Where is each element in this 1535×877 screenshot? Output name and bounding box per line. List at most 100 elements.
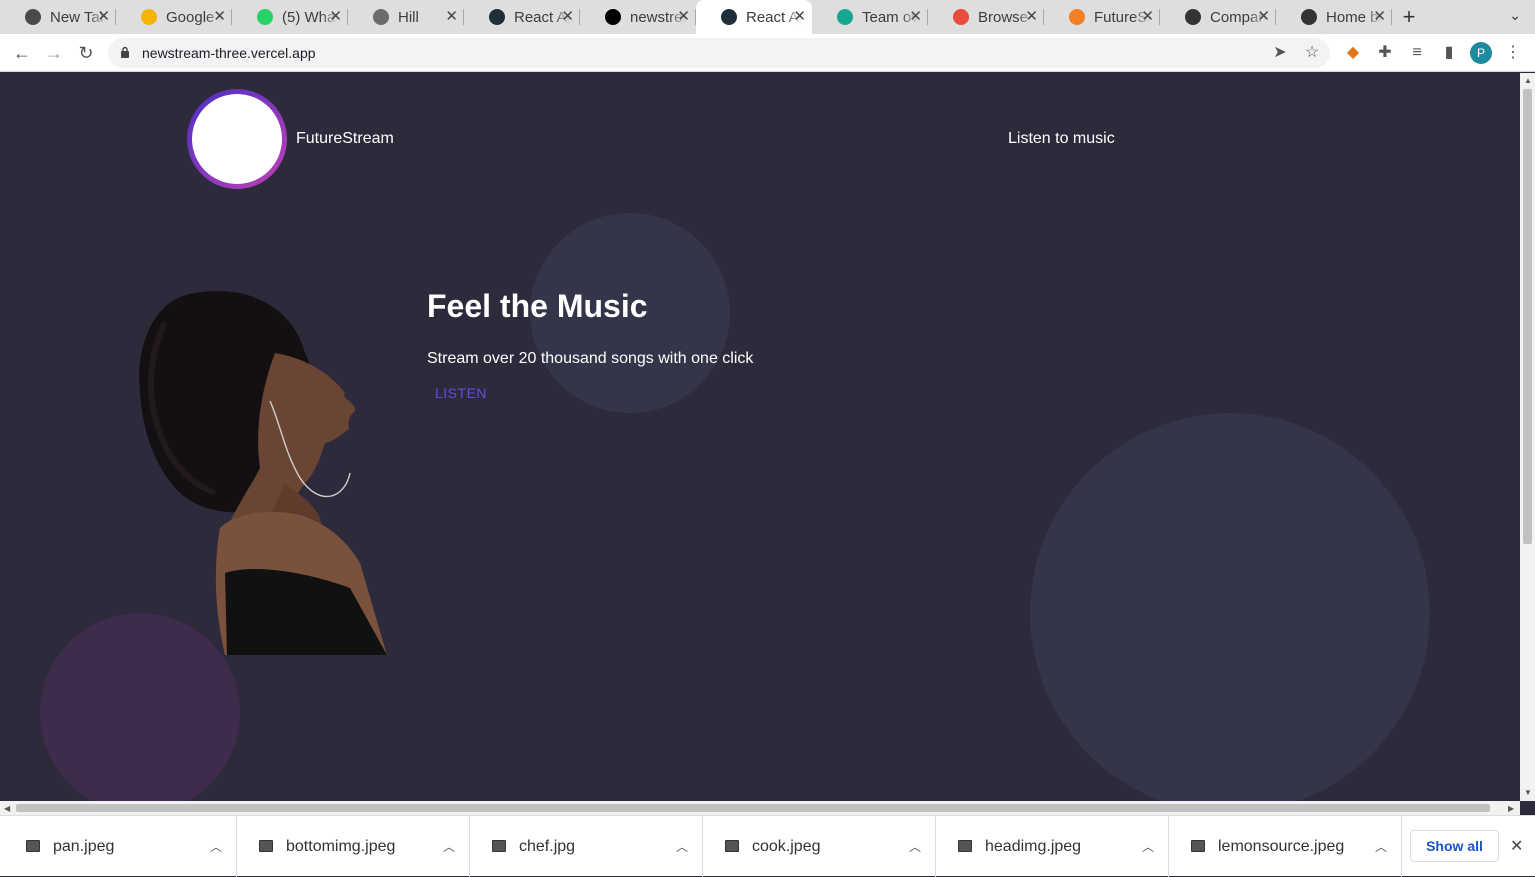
browser-tab[interactable]: React App✕ [696,0,812,34]
image-file-icon [259,840,273,852]
github-icon [1185,9,1201,25]
browser-tab[interactable]: newstream✕ [580,0,696,34]
download-filename: bottomimg.jpeg [286,838,396,855]
scroll-left-icon[interactable]: ◀ [4,804,10,813]
send-icon[interactable]: ➤ [1271,44,1289,62]
tab-close-icon[interactable]: ✕ [213,8,226,25]
chevron-up-icon[interactable]: ︿ [676,838,688,855]
chevron-up-icon[interactable]: ︿ [1142,838,1154,855]
chrome-icon [25,9,41,25]
stack-icon [1069,9,1085,25]
chevron-up-icon[interactable]: ︿ [909,838,921,855]
github-icon [1301,9,1317,25]
tab-close-icon[interactable]: ✕ [793,8,806,25]
extensions-icon[interactable]: ✚ [1374,42,1396,64]
download-item[interactable]: lemonsource.jpeg ︿ [1169,816,1402,877]
tab-close-icon[interactable]: ✕ [1257,8,1270,25]
tab-close-icon[interactable]: ✕ [561,8,574,25]
image-file-icon [492,840,506,852]
image-file-icon [26,840,40,852]
brand-name[interactable]: FutureStream [296,130,394,148]
scrollbar-thumb[interactable] [16,804,1490,812]
vercel-icon [605,9,621,25]
tab-close-icon[interactable]: ✕ [97,8,110,25]
download-filename: pan.jpeg [53,838,115,855]
new-tab-button[interactable]: + [1392,0,1426,34]
browse-icon [953,9,969,25]
metamask-icon[interactable]: ◆ [1342,42,1364,64]
tab-search-icon[interactable]: ⌄ [1509,7,1521,24]
bookmark-star-icon[interactable]: ☆ [1303,44,1321,62]
image-file-icon [958,840,972,852]
browser-tab[interactable]: Google Keep✕ [116,0,232,34]
browser-tab[interactable]: Compare ✕ [1160,0,1276,34]
listen-to-music-link[interactable]: Listen to music [1008,130,1115,148]
tab-close-icon[interactable]: ✕ [445,8,458,25]
close-icon[interactable]: ✕ [1510,836,1523,856]
side-panel-icon[interactable]: ▮ [1438,42,1460,64]
download-filename: cook.jpeg [752,838,821,855]
show-all-button[interactable]: Show all [1410,830,1499,862]
download-item[interactable]: chef.jpg ︿ [470,816,703,877]
download-item[interactable]: pan.jpeg ︿ [4,816,237,877]
tab-close-icon[interactable]: ✕ [1025,8,1038,25]
diamond-icon [837,9,853,25]
scroll-up-icon[interactable]: ▲ [1524,76,1532,85]
download-filename: lemonsource.jpeg [1218,838,1345,855]
tab-close-icon[interactable]: ✕ [1141,8,1154,25]
tab-strip: New Tab✕Google Keep✕(5) WhatsApp✕Hill✕Re… [0,0,1535,34]
react-icon [721,9,737,25]
chevron-up-icon[interactable]: ︿ [443,838,455,855]
downloads-bar: pan.jpeg ︿ bottomimg.jpeg ︿ chef.jpg ︿ cook.jp… [0,815,1535,877]
download-filename: chef.jpg [519,838,576,855]
tab-close-icon[interactable]: ✕ [329,8,342,25]
download-filename: headimg.jpeg [985,838,1082,855]
reload-icon[interactable]: ↻ [75,42,97,64]
image-file-icon [725,840,739,852]
listen-button[interactable]: LISTEN [427,383,495,403]
menu-dots-icon[interactable]: ⋮ [1502,42,1524,64]
hero-subtitle: Stream over 20 thousand songs with one c… [427,350,754,367]
brand-logo[interactable] [187,89,287,189]
profile-avatar[interactable]: P [1470,42,1492,64]
keep-icon [141,9,157,25]
browser-tab[interactable]: React App✕ [464,0,580,34]
image-file-icon [1191,840,1205,852]
forward-icon[interactable]: → [43,42,65,64]
vertical-scrollbar[interactable]: ▲ ▼ [1520,73,1535,801]
react-icon [489,9,505,25]
download-item[interactable]: headimg.jpeg ︿ [936,816,1169,877]
chevron-up-icon[interactable]: ︿ [210,838,222,855]
whatsapp-icon [257,9,273,25]
browser-tab[interactable]: New Tab ✕ [0,0,116,34]
download-item[interactable]: cook.jpeg ︿ [703,816,936,877]
horizontal-scrollbar[interactable]: ◀ ▶ [0,801,1520,815]
media-controls-icon[interactable]: ≡ [1406,42,1428,64]
download-item[interactable]: bottomimg.jpeg ︿ [237,816,470,877]
soundwave-icon [203,118,271,162]
url-text: newstream-three.vercel.app [142,45,316,61]
page-viewport: FutureStream Listen to music Feel the Mu… [0,73,1520,801]
decor-circle [1030,413,1430,801]
cube-icon [373,9,389,25]
chevron-up-icon[interactable]: ︿ [1375,838,1387,855]
lock-icon [121,46,129,58]
hero-image [135,283,390,655]
browser-tab[interactable]: Home base✕ [1276,0,1392,34]
tab-close-icon[interactable]: ✕ [909,8,922,25]
browser-tab[interactable]: Browse ✕ [928,0,1044,34]
hero-title: Feel the Music [427,288,648,324]
scroll-down-icon[interactable]: ▼ [1524,788,1532,797]
scrollbar-thumb[interactable] [1523,89,1532,544]
address-bar[interactable]: newstream-three.vercel.app ➤ ☆ [108,38,1330,68]
browser-tab[interactable]: Hill ✕ [348,0,464,34]
browser-tab[interactable]: Team overview✕ [812,0,928,34]
browser-tab[interactable]: (5) WhatsApp✕ [232,0,348,34]
scroll-right-icon[interactable]: ▶ [1508,804,1514,813]
tab-separator [1391,9,1392,25]
tab-close-icon[interactable]: ✕ [1373,8,1386,25]
back-icon[interactable]: ← [11,42,33,64]
browser-tab[interactable]: FutureStream✕ [1044,0,1160,34]
browser-toolbar: ← → ↻ newstream-three.vercel.app ➤ ☆ ◆ ✚… [0,34,1535,72]
tab-close-icon[interactable]: ✕ [677,8,690,25]
